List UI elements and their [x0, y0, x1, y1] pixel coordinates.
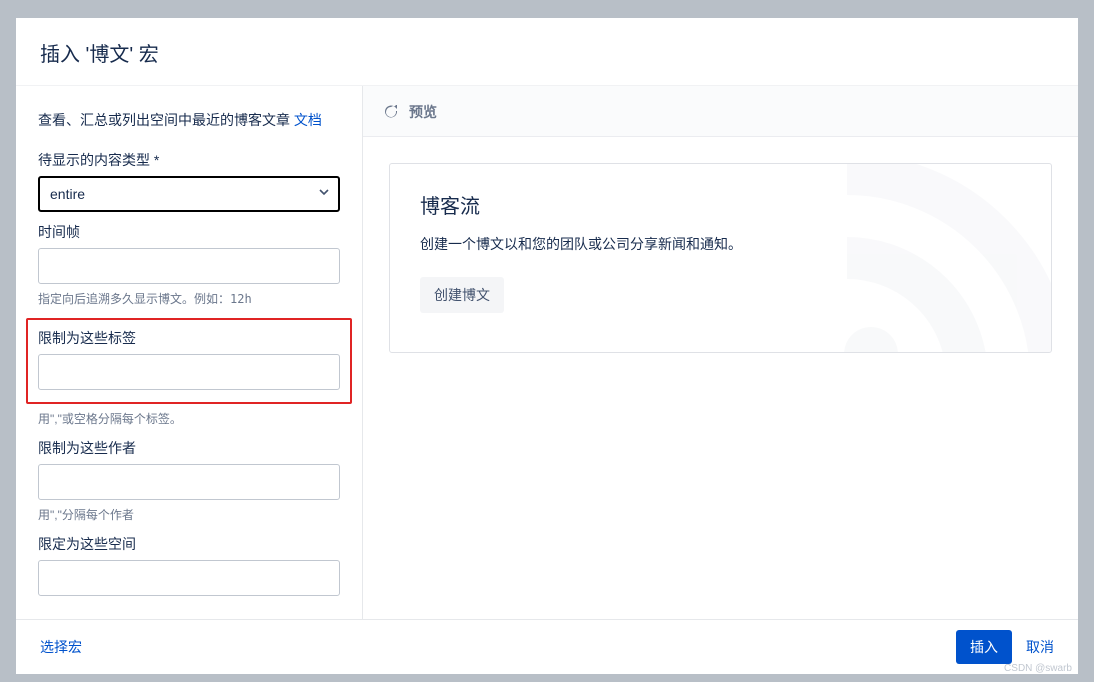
create-blog-button[interactable]: 创建博文: [420, 277, 504, 313]
blogstream-description: 创建一个博文以和您的团队或公司分享新闻和通知。: [420, 233, 760, 255]
timeframe-label: 时间帧: [38, 222, 340, 242]
dialog-body: 查看、汇总或列出空间中最近的博客文章 文档 待显示的内容类型 entire 时间…: [16, 85, 1078, 619]
watermark: CSDN @swarb: [1004, 663, 1072, 674]
labels-help: 用","或空格分隔每个标签。: [38, 410, 340, 428]
cancel-button[interactable]: 取消: [1026, 637, 1054, 657]
spaces-label: 限定为这些空间: [38, 534, 340, 554]
preview-content: 博客流 创建一个博文以和您的团队或公司分享新闻和通知。 创建博文: [363, 136, 1078, 619]
authors-input[interactable]: [38, 464, 340, 500]
blogstream-card: 博客流 创建一个博文以和您的团队或公司分享新闻和通知。 创建博文: [389, 163, 1052, 353]
macro-dialog: 插入 '博文' 宏 查看、汇总或列出空间中最近的博客文章 文档 待显示的内容类型…: [16, 18, 1078, 674]
authors-label: 限制为这些作者: [38, 438, 340, 458]
labels-label: 限制为这些标签: [38, 328, 340, 348]
content-type-field: 待显示的内容类型 entire: [38, 150, 340, 212]
config-panel[interactable]: 查看、汇总或列出空间中最近的博客文章 文档 待显示的内容类型 entire 时间…: [16, 86, 363, 619]
timeframe-help: 指定向后追溯多久显示博文。例如：12h: [38, 290, 340, 308]
preview-panel: 预览 博客流 创建一个博文以和您的团队或公司分享新闻和通知。 创建博文: [363, 86, 1078, 619]
timeframe-input[interactable]: [38, 248, 340, 284]
preview-header: 预览: [363, 86, 1078, 136]
documentation-link[interactable]: 文档: [294, 112, 322, 128]
dialog-footer: 选择宏 插入 取消: [16, 619, 1078, 674]
authors-field: 限制为这些作者 用","分隔每个作者: [38, 438, 340, 524]
spaces-field: 限定为这些空间: [38, 534, 340, 596]
rss-icon: [811, 163, 1052, 353]
dialog-title: 插入 '博文' 宏: [40, 38, 1054, 67]
labels-field: 限制为这些标签 用","或空格分隔每个标签。: [38, 318, 340, 428]
authors-help: 用","分隔每个作者: [38, 506, 340, 524]
content-type-select[interactable]: entire: [38, 176, 340, 212]
labels-highlight-box: 限制为这些标签: [26, 318, 352, 404]
select-macro-link[interactable]: 选择宏: [40, 637, 82, 657]
macro-description: 查看、汇总或列出空间中最近的博客文章 文档: [38, 110, 340, 132]
refresh-icon: [383, 104, 399, 120]
insert-button[interactable]: 插入: [956, 630, 1012, 664]
description-text: 查看、汇总或列出空间中最近的博客文章: [38, 112, 294, 128]
dialog-header: 插入 '博文' 宏: [16, 18, 1078, 85]
labels-input[interactable]: [38, 354, 340, 390]
timeframe-field: 时间帧 指定向后追溯多久显示博文。例如：12h: [38, 222, 340, 308]
preview-label: 预览: [409, 102, 437, 122]
spaces-input[interactable]: [38, 560, 340, 596]
content-type-label: 待显示的内容类型: [38, 150, 340, 170]
